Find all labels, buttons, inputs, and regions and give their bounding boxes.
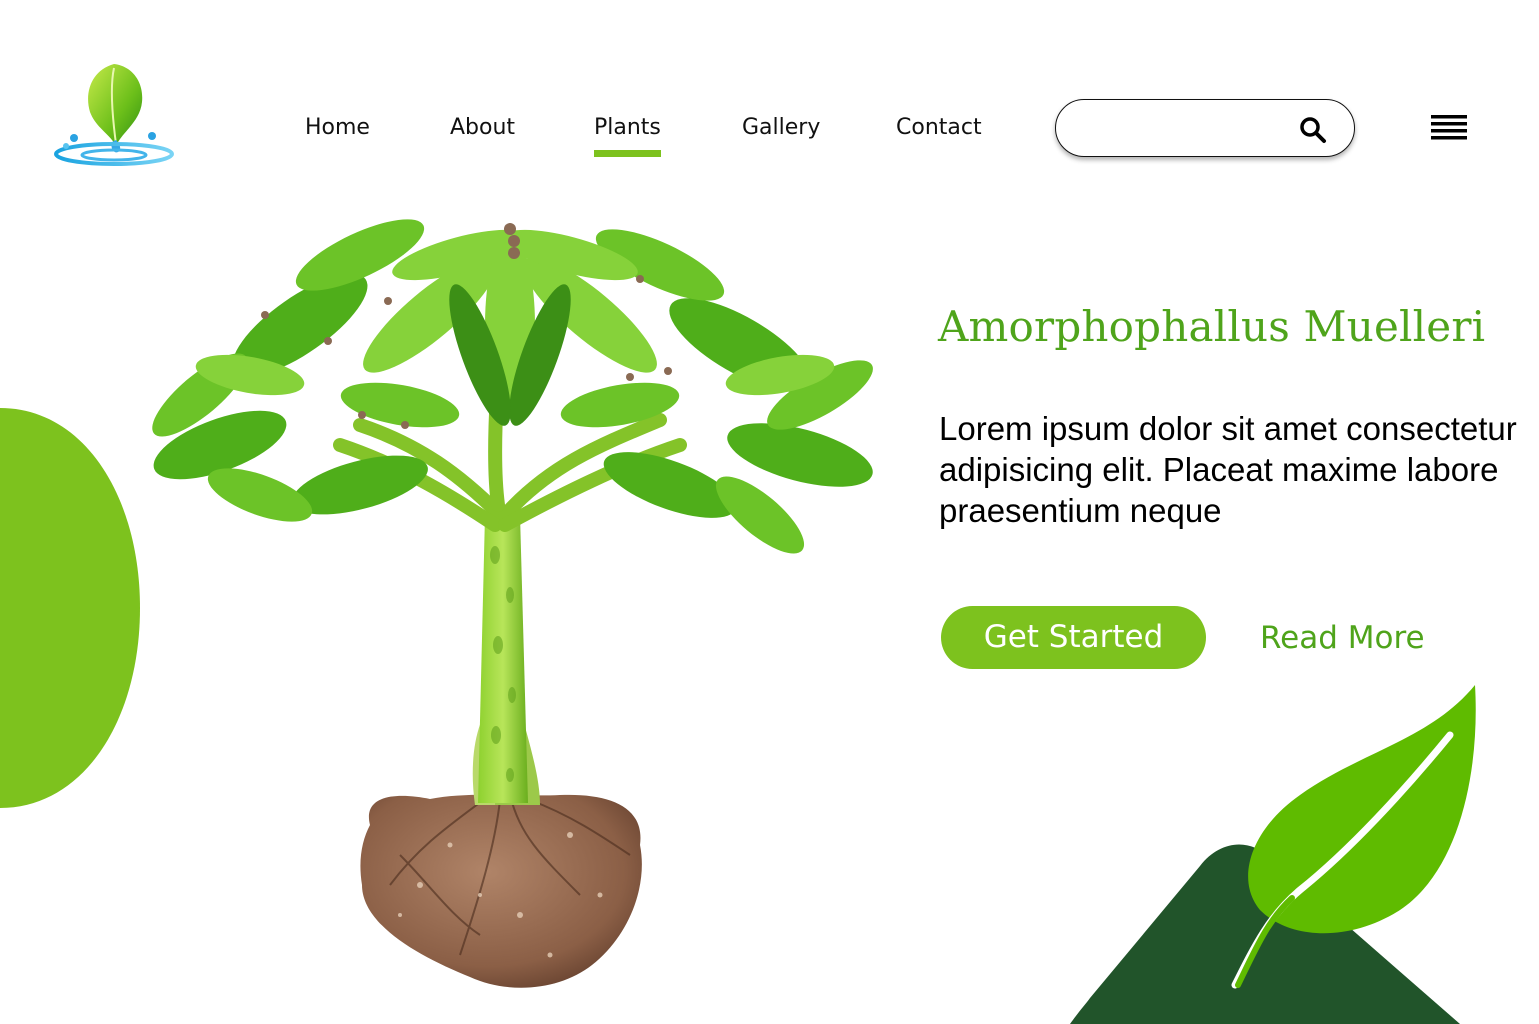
- nav-about[interactable]: About: [450, 112, 515, 144]
- nav-gallery[interactable]: Gallery: [742, 112, 820, 144]
- nav-about-label: About: [450, 115, 516, 140]
- nav-home-label: Home: [305, 115, 370, 140]
- nav-plants[interactable]: Plants: [594, 112, 661, 157]
- search-box: [1055, 99, 1355, 157]
- hero-title: Amorphophallus Muelleri: [938, 302, 1486, 351]
- get-started-button[interactable]: Get Started: [941, 606, 1206, 669]
- hamburger-menu-icon[interactable]: [1431, 113, 1469, 145]
- nav-contact-label: Contact: [896, 115, 982, 140]
- landing-page: Home About Plants Gallery Contact Amorph…: [0, 0, 1539, 1024]
- decorative-leaf-mountain: [1070, 685, 1476, 1024]
- read-more-link[interactable]: Read More: [1260, 614, 1425, 662]
- active-nav-indicator: [594, 150, 661, 157]
- logo-leaf-water-icon[interactable]: [52, 62, 177, 170]
- nav-gallery-label: Gallery: [742, 115, 821, 140]
- nav-home[interactable]: Home: [305, 112, 370, 144]
- nav-plants-label: Plants: [594, 115, 661, 140]
- plant-illustration: [152, 219, 873, 988]
- search-icon[interactable]: [1299, 116, 1327, 144]
- hero-description: Lorem ipsum dolor sit amet consectetur a…: [939, 410, 1517, 529]
- search-input[interactable]: [1078, 112, 1292, 146]
- nav-contact[interactable]: Contact: [896, 112, 982, 144]
